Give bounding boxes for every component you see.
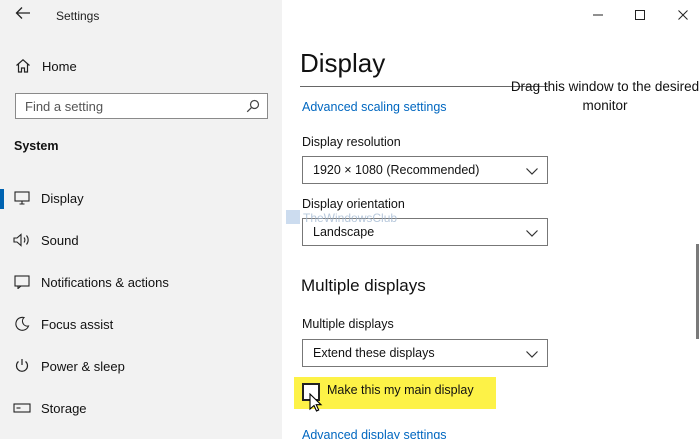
multiple-displays-dropdown[interactable]: Extend these displays xyxy=(302,339,548,367)
speaker-icon xyxy=(12,231,32,249)
multiple-displays-label: Multiple displays xyxy=(302,317,394,331)
home-label: Home xyxy=(42,58,77,74)
moon-icon xyxy=(12,315,32,333)
item-indicator xyxy=(0,231,4,251)
sidebar-item-power-sleep[interactable]: Power & sleep xyxy=(0,349,282,383)
item-indicator xyxy=(0,357,4,377)
sidebar-item-label: Storage xyxy=(41,400,87,416)
sidebar-item-label: Sound xyxy=(41,232,79,248)
orientation-label: Display orientation xyxy=(302,197,405,211)
storage-icon xyxy=(12,399,32,417)
sidebar-item-display[interactable]: Display xyxy=(0,181,282,215)
app-title: Settings xyxy=(56,9,100,23)
orientation-value: Landscape xyxy=(313,225,375,239)
advanced-scaling-link[interactable]: Advanced scaling settings xyxy=(302,100,447,114)
resolution-value: 1920 × 1080 (Recommended) xyxy=(313,163,480,177)
main-display-checkbox-label[interactable]: Make this my main display xyxy=(327,383,474,397)
multiple-displays-heading: Multiple displays xyxy=(301,276,426,295)
chevron-down-icon xyxy=(525,347,539,359)
resolution-label: Display resolution xyxy=(302,135,401,149)
active-indicator xyxy=(0,189,4,209)
sidebar-item-focus-assist[interactable]: Focus assist xyxy=(0,307,282,341)
watermark: TheWindowsClub xyxy=(286,210,397,225)
advanced-display-link[interactable]: Advanced display settings xyxy=(302,428,447,439)
multiple-displays-value: Extend these displays xyxy=(313,346,435,360)
maximize-icon[interactable] xyxy=(630,6,650,24)
sidebar: Settings Home Find a setting System Disp… xyxy=(0,0,282,439)
chevron-down-icon xyxy=(525,226,539,238)
power-icon xyxy=(12,357,32,375)
overlay-note: Drag this window to the desired monitor xyxy=(510,79,700,113)
watermark-text: TheWindowsClub xyxy=(303,211,398,225)
monitor-icon xyxy=(12,189,32,207)
home-nav-item[interactable]: Home xyxy=(12,56,77,76)
sidebar-item-sound[interactable]: Sound xyxy=(0,223,282,257)
mouse-cursor-icon xyxy=(309,392,323,413)
resolution-dropdown[interactable]: 1920 × 1080 (Recommended) xyxy=(302,156,548,184)
watermark-logo-icon xyxy=(286,210,300,224)
item-indicator xyxy=(0,273,4,293)
sidebar-item-label: Power & sleep xyxy=(41,358,125,374)
search-icon[interactable] xyxy=(246,99,260,113)
home-icon xyxy=(12,57,34,75)
section-title: System xyxy=(14,139,59,153)
sidebar-item-label: Notifications & actions xyxy=(41,274,169,290)
sidebar-item-storage[interactable]: Storage xyxy=(0,391,282,425)
minimize-icon[interactable] xyxy=(588,6,608,24)
sidebar-item-label: Display xyxy=(41,190,84,206)
search-input[interactable]: Find a setting xyxy=(15,93,268,119)
back-arrow-icon[interactable] xyxy=(12,6,34,26)
close-icon[interactable] xyxy=(673,6,693,24)
chevron-down-icon xyxy=(525,164,539,176)
main-content: Display Drag this window to the desired … xyxy=(282,0,700,439)
notification-icon xyxy=(12,273,32,291)
page-title: Display xyxy=(300,48,386,78)
sidebar-item-notifications[interactable]: Notifications & actions xyxy=(0,265,282,299)
search-placeholder: Find a setting xyxy=(25,99,104,114)
item-indicator xyxy=(0,315,4,335)
item-indicator xyxy=(0,399,4,419)
scrollbar[interactable] xyxy=(696,244,699,339)
sidebar-item-label: Focus assist xyxy=(41,316,114,332)
